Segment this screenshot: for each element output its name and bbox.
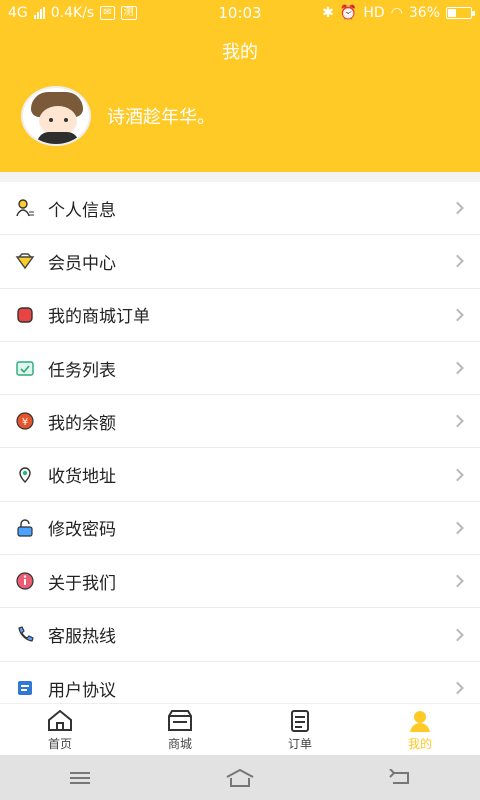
- profile-menu: 个人信息 会员中心 我的商城订单 任务列表 ¥ 我的余额 收货地址 修改密码 关…: [0, 182, 480, 715]
- orders-icon: [291, 710, 309, 732]
- chevron-right-icon: [451, 521, 464, 535]
- menu-label: 个人信息: [48, 200, 116, 221]
- tab-orders[interactable]: 订单: [240, 704, 360, 755]
- system-navigation-bar: [0, 755, 480, 800]
- chevron-right-icon: [451, 414, 464, 428]
- menu-label: 关于我们: [48, 573, 116, 594]
- location-icon: [14, 464, 36, 486]
- menu-item-about-us[interactable]: 关于我们: [0, 555, 480, 609]
- menu-item-change-password[interactable]: 修改密码: [0, 502, 480, 556]
- home-nav-icon[interactable]: [220, 766, 260, 790]
- menu-item-mall-orders[interactable]: 我的商城订单: [0, 289, 480, 342]
- lock-icon: [14, 517, 36, 539]
- page-title: 我的: [222, 42, 258, 63]
- menu-label: 用户协议: [48, 680, 116, 701]
- chevron-right-icon: [451, 308, 464, 322]
- diamond-icon: [14, 250, 36, 272]
- home-icon: [48, 709, 72, 731]
- status-bar: 4G 0.4K/s ✉ 测 10:03 ✱ ⏰ HD ◠ 36%: [0, 0, 480, 28]
- svg-text:¥: ¥: [22, 417, 28, 428]
- profile-header: 4G 0.4K/s ✉ 测 10:03 ✱ ⏰ HD ◠ 36% 我的 诗酒趁年…: [0, 0, 480, 172]
- app-screen: 4G 0.4K/s ✉ 测 10:03 ✱ ⏰ HD ◠ 36% 我的 诗酒趁年…: [0, 0, 480, 800]
- tab-store[interactable]: 商城: [120, 704, 240, 755]
- tab-label: 订单: [287, 737, 312, 751]
- tab-label: 商城: [167, 737, 192, 751]
- bluetooth-icon: ✱: [322, 5, 334, 21]
- menu-item-balance[interactable]: ¥ 我的余额: [0, 395, 480, 449]
- tab-profile[interactable]: 我的: [360, 704, 480, 755]
- battery-percent: 36%: [408, 5, 440, 21]
- menu-label: 会员中心: [48, 253, 116, 274]
- menu-icon[interactable]: [60, 766, 100, 790]
- chevron-right-icon: [451, 628, 464, 641]
- task-icon: [14, 357, 36, 379]
- menu-label: 修改密码: [48, 520, 116, 541]
- info-icon: [14, 570, 36, 592]
- chevron-right-icon: [451, 201, 464, 215]
- battery-level: [448, 9, 456, 17]
- store-icon: [168, 710, 192, 731]
- menu-label: 任务列表: [48, 360, 116, 381]
- menu-label: 收货地址: [48, 467, 116, 488]
- hd-badge: HD: [363, 5, 385, 21]
- menu-item-shipping-address[interactable]: 收货地址: [0, 448, 480, 502]
- username[interactable]: 诗酒趁年华。: [107, 103, 215, 129]
- phone-icon: [14, 624, 36, 646]
- menu-label: 客服热线: [48, 627, 116, 648]
- wifi-icon: ◠: [390, 5, 403, 21]
- alarm-icon: ⏰: [339, 5, 358, 21]
- menu-item-customer-hotline[interactable]: 客服热线: [0, 608, 480, 662]
- user-info-icon: [14, 197, 36, 219]
- tab-home[interactable]: 首页: [0, 704, 120, 755]
- chevron-right-icon: [451, 681, 464, 695]
- status-right: ✱ ⏰ HD ◠ 36%: [322, 5, 475, 21]
- avatar[interactable]: [21, 86, 91, 146]
- battery-icon: [446, 7, 475, 19]
- menu-item-membership[interactable]: 会员中心: [0, 235, 480, 289]
- chevron-right-icon: [451, 574, 464, 588]
- tab-label: 我的: [407, 737, 432, 751]
- chevron-right-icon: [451, 255, 464, 268]
- menu-item-task-list[interactable]: 任务列表: [0, 342, 480, 396]
- menu-label: 我的余额: [48, 413, 116, 434]
- menu-label: 我的商城订单: [48, 307, 150, 328]
- chevron-right-icon: [451, 361, 464, 375]
- order-icon: [14, 304, 36, 326]
- back-icon[interactable]: [380, 766, 420, 790]
- balance-icon: ¥: [14, 410, 36, 432]
- profile-icon: [410, 711, 430, 732]
- agreement-icon: [14, 677, 36, 699]
- tab-label: 首页: [47, 737, 72, 751]
- menu-item-personal-info[interactable]: 个人信息: [0, 182, 480, 236]
- chevron-right-icon: [451, 468, 464, 481]
- bottom-tab-bar: 首页 商城 订单 我的: [0, 703, 480, 755]
